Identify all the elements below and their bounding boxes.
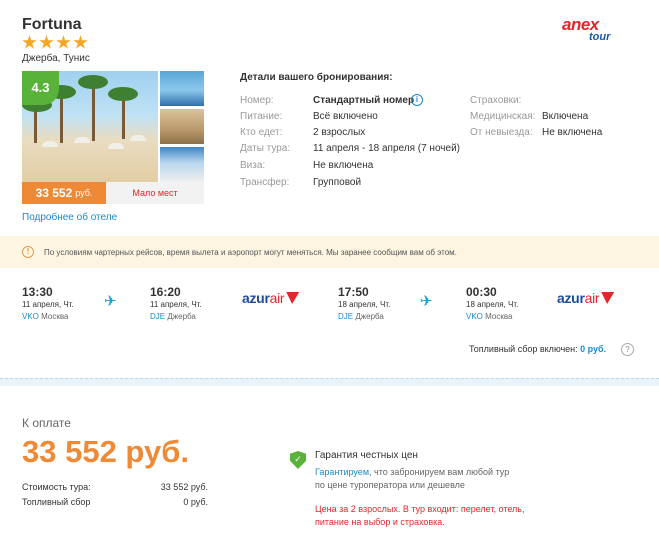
tour-cost-value: 33 552 руб. — [160, 482, 208, 492]
star-icon — [39, 35, 54, 49]
flight1-arrive-date: 11 апреля, Чт. — [150, 300, 202, 309]
hotel-details-link[interactable]: Подробнее об отеле — [22, 212, 117, 223]
meal-value: Всё включено — [313, 111, 378, 122]
flight1-depart-date: 11 апреля, Чт. — [22, 300, 74, 309]
flight1-depart-airport: VKO Москва — [22, 312, 69, 321]
fuel-fee-value: 0 руб. — [183, 497, 208, 507]
photo-thumbnail[interactable] — [160, 109, 204, 144]
airline-logo: azurair — [242, 290, 300, 306]
guarantee-link[interactable]: Гарантируем — [315, 467, 369, 477]
cancellation-insurance-label: От невыезда: — [470, 127, 533, 138]
booking-details-title: Детали вашего бронирования: — [240, 72, 393, 83]
photo-thumbnail[interactable] — [160, 71, 204, 106]
insurance-title: Страховки: — [470, 95, 522, 106]
warning-icon: ! — [22, 246, 34, 258]
flight1-depart-time: 13:30 — [22, 285, 53, 299]
tour-cost-label: Стоимость тура: — [22, 482, 91, 492]
dates-label: Даты тура: — [240, 143, 291, 154]
hotel-stars — [22, 35, 88, 50]
plane-icon: ✈ — [104, 293, 117, 310]
flight2-depart-date: 18 апреля, Чт. — [338, 300, 391, 309]
hotel-location: Джерба, Тунис — [22, 53, 90, 64]
medical-insurance-value: Включена — [542, 111, 589, 122]
flight2-depart-time: 17:50 — [338, 285, 369, 299]
travelers-value: 2 взрослых — [313, 127, 366, 138]
price-note: Цена за 2 взрослых. В тур входит: переле… — [315, 504, 525, 527]
transfer-label: Трансфер: — [240, 177, 290, 188]
availability-badge: Мало мест — [106, 182, 204, 204]
plane-icon: ✈ — [420, 293, 433, 310]
section-divider — [0, 378, 659, 386]
fuel-surcharge: Топливный сбор включен: 0 руб. — [469, 344, 607, 354]
guarantee-title: Гарантия честных цен — [315, 450, 418, 461]
cancellation-insurance-value: Не включена — [542, 127, 603, 138]
visa-label: Виза: — [240, 160, 266, 171]
visa-value: Не включена — [313, 160, 374, 171]
hotel-name: Fortuna — [22, 16, 82, 33]
room-value: Стандартный номер — [313, 95, 415, 106]
airline-logo: azurair — [557, 290, 615, 306]
dates-value: 11 апреля - 18 апреля (7 ночей) — [313, 143, 460, 154]
star-icon — [73, 35, 88, 49]
travelers-label: Кто едет: — [240, 127, 283, 138]
hotel-price-badge: 33 552 руб. — [22, 182, 106, 204]
flight2-depart-airport: DJE Джерба — [338, 312, 384, 321]
flight2-arrive-airport: VKO Москва — [466, 312, 513, 321]
help-icon[interactable]: ? — [621, 343, 634, 356]
transfer-value: Групповой — [313, 177, 362, 188]
notice-text: По условиям чартерных рейсов, время выле… — [44, 247, 457, 257]
rating-badge: 4.3 — [22, 71, 59, 105]
fuel-fee-label: Топливный сбор — [22, 497, 91, 507]
room-label: Номер: — [240, 95, 274, 106]
shield-icon: ✓ — [290, 451, 306, 469]
payment-label: К оплате — [22, 416, 71, 430]
medical-insurance-label: Медицинская: — [470, 111, 536, 122]
meal-label: Питание: — [240, 111, 283, 122]
flight2-arrive-date: 18 апреля, Чт. — [466, 300, 519, 309]
flight1-arrive-airport: DJE Джерба — [150, 312, 196, 321]
operator-logo: anex tour — [562, 15, 611, 43]
star-icon — [56, 35, 71, 49]
star-icon — [22, 35, 37, 49]
photo-thumbnail[interactable] — [160, 147, 204, 182]
flight2-arrive-time: 00:30 — [466, 285, 497, 299]
guarantee-text: Гарантируем, что забронируем вам любой т… — [315, 467, 510, 490]
charter-notice: ! По условиям чартерных рейсов, время вы… — [0, 236, 659, 268]
flight1-arrive-time: 16:20 — [150, 285, 181, 299]
info-icon[interactable]: i — [411, 94, 423, 106]
total-price: 33 552 руб. — [22, 434, 189, 469]
